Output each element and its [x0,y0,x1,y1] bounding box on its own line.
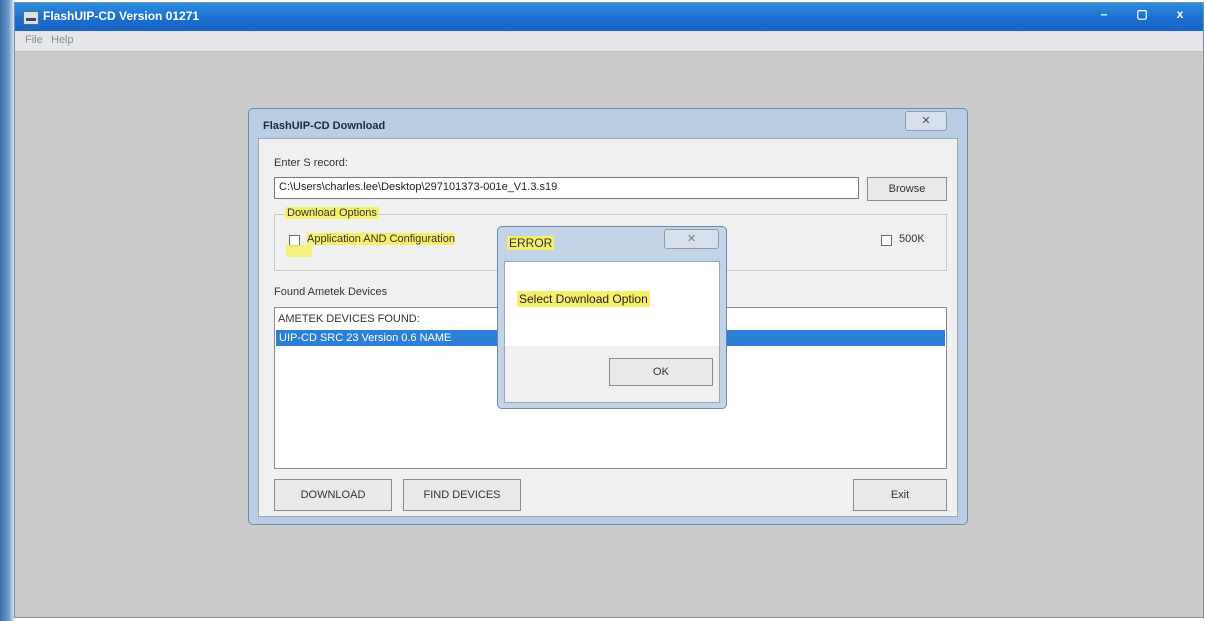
app-icon [23,11,39,25]
500k-label: 500K [899,233,925,245]
error-dialog: ERROR ✕ Select Download Option OK [497,226,727,409]
minimize-button[interactable]: – [1087,5,1121,23]
find-devices-button[interactable]: FIND DEVICES [403,479,521,511]
devices-list-header: AMETEK DEVICES FOUND: [278,313,420,325]
maximize-button[interactable]: ▢ [1125,5,1159,23]
photo-edge [0,0,14,621]
download-dialog-title: FlashUIP-CD Download [263,120,386,132]
500k-checkbox[interactable] [881,235,892,246]
error-dialog-close-button[interactable]: ✕ [664,229,719,249]
error-dialog-body: Select Download Option OK [504,261,720,403]
highlighter-mark [286,245,312,257]
ok-button[interactable]: OK [609,358,713,386]
title-bar[interactable]: FlashUIP-CD Version 01271 – ▢ x [15,3,1203,31]
menu-file[interactable]: File [25,34,43,46]
menu-bar: File Help [15,31,1203,52]
window-title: FlashUIP-CD Version 01271 [43,9,200,23]
download-dialog-close-button[interactable]: ✕ [905,111,947,131]
error-dialog-title: ERROR [507,236,555,250]
app-config-label: Application AND Configuration [307,233,455,245]
error-dialog-footer: OK [505,346,719,402]
menu-help[interactable]: Help [51,34,74,46]
download-options-legend: Download Options [285,207,379,219]
browse-button[interactable]: Browse [867,177,947,201]
exit-button[interactable]: Exit [853,479,947,511]
close-button[interactable]: x [1163,5,1197,23]
srecord-input[interactable]: C:\Users\charles.lee\Desktop\297101373-0… [274,177,859,199]
error-message: Select Download Option [517,291,650,307]
download-button[interactable]: DOWNLOAD [274,479,392,511]
found-devices-label: Found Ametek Devices [274,286,388,298]
srecord-label: Enter S record: [274,157,348,169]
